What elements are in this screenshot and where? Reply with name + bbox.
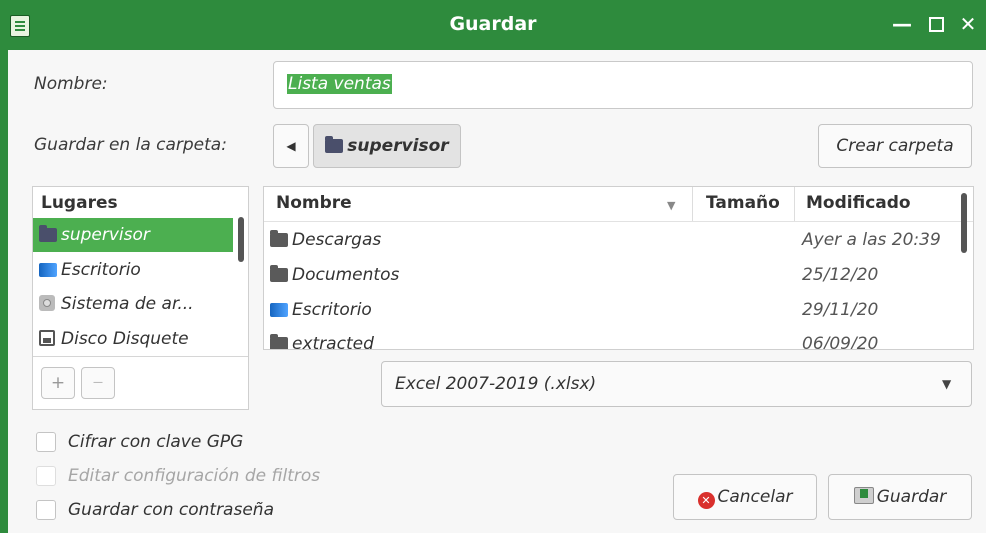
path-back-button[interactable]: ◀ <box>273 124 309 168</box>
column-header-name[interactable]: Nombre <box>276 193 352 213</box>
filename-input[interactable]: Lista ventas <box>273 61 973 109</box>
cancel-label: Cancelar <box>717 487 793 507</box>
sort-down-icon: ▼ <box>667 199 676 212</box>
places-panel: Lugares supervisor Escritorio Sistema de… <box>32 186 249 410</box>
window-border <box>0 50 8 533</box>
places-item[interactable]: Disco Disquete <box>33 322 233 356</box>
title-bar[interactable]: Guardar — ✕ <box>0 0 986 50</box>
file-name: Descargas <box>292 230 382 250</box>
places-item-label: supervisor <box>61 225 150 245</box>
path-segment-supervisor[interactable]: supervisor <box>313 124 461 168</box>
folder-icon <box>270 265 288 282</box>
column-header-size[interactable]: Tamaño <box>706 193 780 213</box>
header-divider <box>264 221 973 222</box>
add-place-button[interactable]: + <box>41 367 75 399</box>
edit-filter-settings-label: Editar configuración de filtros <box>68 466 321 486</box>
save-button[interactable]: Guardar <box>828 474 972 520</box>
maximize-button[interactable] <box>924 12 948 37</box>
edit-filter-settings-checkbox[interactable] <box>36 466 56 486</box>
cancel-icon: ✕ <box>697 492 715 509</box>
save-with-password-label: Guardar con contraseña <box>68 500 274 520</box>
places-item[interactable]: Escritorio <box>33 253 233 287</box>
file-type-value: Excel 2007-2019 (.xlsx) <box>395 374 597 394</box>
folder-icon <box>325 136 344 153</box>
folder-icon <box>270 334 288 349</box>
file-name: extracted <box>292 334 374 350</box>
save-in-folder-label: Guardar en la carpeta: <box>34 135 227 155</box>
file-list: Nombre ▼ Tamaño Modificado Descargas Aye… <box>263 186 974 350</box>
maximize-icon <box>928 17 944 32</box>
left-arrow-icon: ◀ <box>286 139 296 153</box>
places-header: Lugares <box>41 193 118 213</box>
file-row[interactable]: Escritorio 29/11/20 <box>264 293 954 327</box>
column-header-modified[interactable]: Modificado <box>806 193 911 213</box>
desktop-folder-icon <box>270 303 288 317</box>
window-title: Guardar <box>449 13 537 35</box>
minimize-button[interactable]: — <box>890 12 914 36</box>
filename-value: Lista ventas <box>287 74 392 94</box>
folder-icon <box>270 230 288 247</box>
places-scrollbar[interactable] <box>238 217 244 262</box>
column-divider <box>692 187 693 221</box>
places-item[interactable]: supervisor <box>33 218 233 252</box>
file-row[interactable]: Descargas Ayer a las 20:39 <box>264 223 954 257</box>
create-folder-button[interactable]: Crear carpeta <box>818 124 972 168</box>
file-row[interactable]: extracted 06/09/20 <box>264 327 954 350</box>
encrypt-gpg-label: Cifrar con clave GPG <box>68 432 244 452</box>
close-button[interactable]: ✕ <box>956 12 980 36</box>
places-item-label: Escritorio <box>61 260 141 280</box>
file-type-select[interactable]: Excel 2007-2019 (.xlsx) ▼ <box>381 361 972 407</box>
places-item-label: Disco Disquete <box>61 329 189 349</box>
desktop-folder-icon <box>39 263 57 277</box>
places-item[interactable]: Sistema de ar... <box>33 287 233 321</box>
places-item-label: Sistema de ar... <box>61 294 194 314</box>
name-label: Nombre: <box>34 74 108 94</box>
folder-icon <box>39 225 57 242</box>
file-modified: 06/09/20 <box>802 334 879 350</box>
places-divider <box>33 356 248 357</box>
file-list-scrollbar[interactable] <box>961 193 967 253</box>
file-modified: Ayer a las 20:39 <box>802 230 941 250</box>
file-modified: 29/11/20 <box>802 300 879 320</box>
save-dialog: Guardar — ✕ Nombre: Lista ventas Guardar… <box>0 0 986 533</box>
file-row[interactable]: Documentos 25/12/20 <box>264 258 954 292</box>
save-with-password-checkbox[interactable] <box>36 500 56 520</box>
path-segment-label: supervisor <box>347 136 449 156</box>
cancel-button[interactable]: ✕ Cancelar <box>673 474 817 520</box>
file-modified: 25/12/20 <box>802 265 879 285</box>
floppy-icon <box>39 330 55 346</box>
save-label: Guardar <box>876 487 947 507</box>
disk-icon <box>39 295 55 311</box>
remove-place-button[interactable]: — <box>81 367 115 399</box>
chevron-down-icon: ▼ <box>942 377 952 391</box>
save-icon <box>853 487 874 504</box>
file-name: Escritorio <box>292 300 372 320</box>
column-divider <box>794 187 795 221</box>
file-name: Documentos <box>292 265 400 285</box>
encrypt-gpg-checkbox[interactable] <box>36 432 56 452</box>
